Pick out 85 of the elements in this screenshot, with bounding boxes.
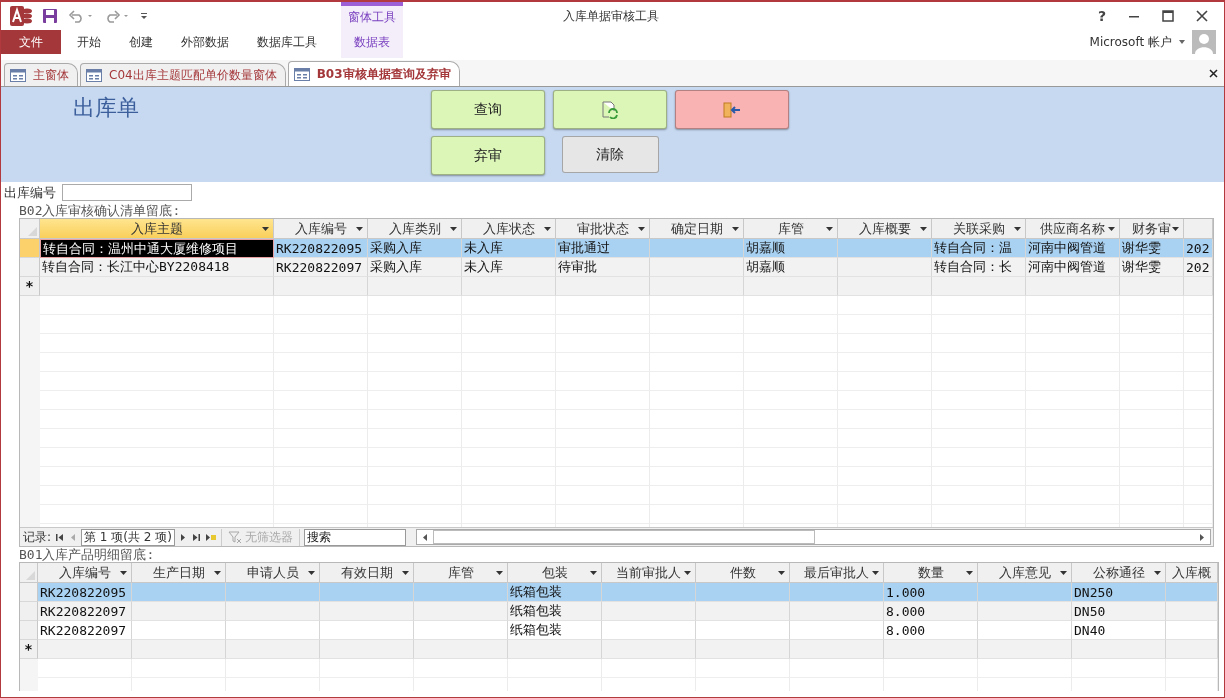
form-button[interactable]: 清除 [561, 136, 659, 173]
row-selector[interactable]: * [20, 277, 40, 296]
caret-icon[interactable] [1154, 571, 1161, 575]
input-field[interactable] [62, 184, 192, 201]
app-icon [10, 6, 32, 26]
caret-icon[interactable] [826, 227, 833, 231]
save-icon[interactable] [42, 8, 58, 24]
table-row[interactable]: 转自合同：长江中心BY2208418 RK220822097 采购入库 未入库 待审批 胡嘉顺 转自合同：长 河南中阀管道 谢华雯 202 [20, 258, 1213, 277]
table-cell [1166, 602, 1218, 621]
caret-icon[interactable] [544, 227, 551, 231]
new-record-row[interactable]: * [20, 640, 1218, 659]
document-tab[interactable]: 主窗体 [4, 63, 78, 86]
record-position-field[interactable]: 第 1 项(共 2 项) [81, 528, 175, 546]
caret-icon[interactable] [356, 227, 363, 231]
redo-icon[interactable] [104, 9, 130, 23]
form-icon [293, 67, 310, 81]
table-cell: DN50 [1072, 602, 1166, 621]
row-selector[interactable]: * [20, 640, 38, 659]
caret-icon[interactable] [966, 571, 973, 575]
document-tab[interactable]: B03审核单据查询及弃审 [287, 61, 460, 86]
close-icon[interactable] [1196, 10, 1208, 22]
caret-icon[interactable] [1108, 227, 1115, 231]
form-button[interactable]: 弃审 [431, 136, 545, 175]
table-row[interactable]: RK220822095 纸箱包装 1.000 DN250 [20, 583, 1218, 602]
subform-caption: B02入库审核确认清单留底: [19, 203, 182, 218]
ribbon-tab[interactable]: 数据库工具 [243, 30, 331, 54]
caret-icon[interactable] [120, 571, 127, 575]
caret-icon[interactable] [872, 571, 879, 575]
new-record-button[interactable] [204, 532, 217, 542]
ribbon-tab[interactable]: 开始 [63, 30, 115, 54]
ribbon-tab[interactable]: 外部数据 [167, 30, 243, 54]
document-tab[interactable]: C04出库主题匹配单价数量窗体 [80, 63, 286, 86]
search-field[interactable]: 搜索 [303, 528, 406, 546]
caret-icon[interactable] [638, 227, 645, 231]
refresh-document-icon [602, 100, 618, 119]
context-group-label: 窗体工具 [348, 9, 396, 26]
table-row[interactable]: RK220822097 纸箱包装 8.000 DN50 [20, 602, 1218, 621]
window-title: 入库单据审核工具 [563, 7, 659, 25]
caret-icon[interactable] [402, 571, 409, 575]
caret-icon[interactable] [920, 227, 927, 231]
form-button[interactable]: 查询 [431, 90, 545, 129]
first-record-button[interactable] [55, 532, 66, 542]
caret-icon[interactable] [450, 227, 457, 231]
form-icon [86, 68, 102, 82]
table-row[interactable]: 转自合同：温州中通大厦维修项目 RK220822095 采购入库 未入库 审批通过 胡嘉顺 转自合同：温 河南中阀管道 谢华雯 202 [20, 239, 1213, 258]
caret-icon[interactable] [496, 571, 503, 575]
subform-caption: B01入库产品明细留底: [19, 547, 156, 562]
account-menu[interactable]: Microsoft 帐户 [1089, 33, 1172, 51]
caret-icon[interactable] [1060, 571, 1067, 575]
table-cell: RK220822097 [38, 602, 132, 621]
caret-icon [1178, 39, 1186, 45]
caret-icon[interactable] [684, 571, 691, 575]
scroll-left-icon[interactable] [420, 532, 429, 542]
maximize-icon[interactable] [1162, 10, 1174, 22]
new-record-marker: * [24, 641, 33, 657]
ribbon-tab[interactable]: 数据表 [348, 30, 396, 54]
record-label: 记录: [23, 528, 52, 546]
undo-icon[interactable] [68, 9, 94, 23]
customize-caret-icon[interactable] [140, 12, 148, 20]
next-record-button[interactable] [178, 532, 187, 542]
form-title: 出库单 [73, 94, 140, 122]
new-record-marker: * [25, 278, 34, 294]
last-record-button[interactable] [190, 532, 201, 542]
exit-door-icon [723, 101, 741, 118]
caret-icon[interactable] [308, 571, 315, 575]
caret-icon[interactable] [732, 227, 739, 231]
scroll-right-icon[interactable] [1198, 532, 1206, 542]
close-icon[interactable] [1209, 69, 1218, 78]
caret-icon[interactable] [590, 571, 597, 575]
table-cell: 转自合同：温州中通大厦维修项目 [40, 239, 274, 258]
caret-icon[interactable] [1014, 227, 1021, 231]
field-label: 出库编号 [4, 183, 56, 202]
caret-icon[interactable] [262, 227, 269, 231]
new-record-row[interactable]: * [20, 277, 1213, 296]
table-cell: 纸箱包装 [508, 602, 602, 621]
table-cell: 8.000 [884, 602, 978, 621]
funnel-icon [227, 531, 242, 543]
horizontal-scrollbar[interactable] [415, 529, 1211, 545]
caret-icon[interactable] [1172, 227, 1179, 231]
caret-icon[interactable] [214, 571, 221, 575]
help-button[interactable]: ? [1097, 8, 1106, 24]
column-header[interactable]: 入库主题 [40, 219, 274, 239]
form-icon [10, 68, 26, 82]
ribbon-tab[interactable]: 创建 [115, 30, 167, 54]
caret-icon[interactable] [778, 571, 785, 575]
